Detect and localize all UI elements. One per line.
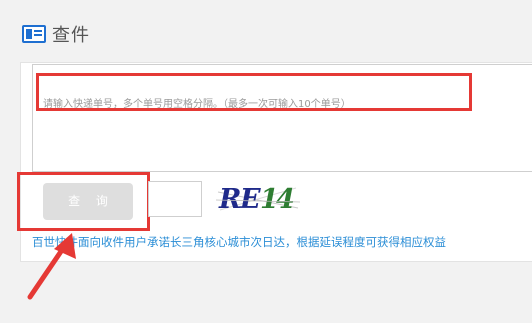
captcha-input[interactable] (148, 181, 202, 217)
page: 查件 请输入快递单号，多个单号用空格分隔。（最多一次可输入10个单号） 查 询 … (0, 0, 532, 323)
page-title: 查件 (52, 25, 90, 46)
page-header: 查件 (22, 21, 90, 47)
tracking-number-input[interactable]: 请输入快递单号，多个单号用空格分隔。（最多一次可输入10个单号） (32, 64, 532, 172)
svg-text:E: E (239, 184, 261, 215)
document-icon (22, 25, 46, 43)
query-button[interactable]: 查 询 (43, 183, 133, 220)
delivery-notice[interactable]: 百世快件面向收件用户承诺长三角核心城市次日达，根据延误程度可获得相应权益 (32, 234, 446, 250)
tracking-number-placeholder: 请输入快递单号，多个单号用空格分隔。（最多一次可输入10个单号） (43, 99, 351, 110)
captcha-image[interactable]: R E 1 4 (216, 180, 300, 216)
svg-text:4: 4 (276, 184, 295, 215)
svg-text:R: R (218, 184, 241, 215)
